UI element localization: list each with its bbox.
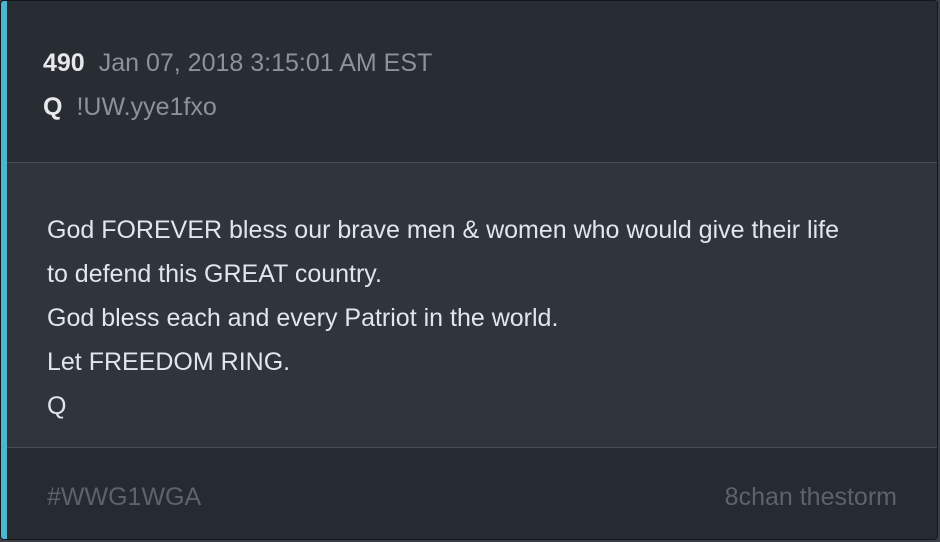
- post-message: God FOREVER bless our brave men & women …: [47, 208, 907, 428]
- message-line: to defend this GREAT country.: [47, 260, 382, 288]
- message-signature: Q: [47, 392, 67, 420]
- post-number: 490: [43, 49, 85, 77]
- post-body: God FOREVER bless our brave men & women …: [7, 163, 937, 448]
- message-line: God bless each and every Patriot in the …: [47, 304, 559, 332]
- hashtag-label: #WWG1WGA: [47, 483, 202, 511]
- author-tripcode: !UW.yye1fxo: [76, 93, 217, 121]
- post-footer: #WWG1WGA 8chan thestorm: [7, 448, 937, 539]
- message-line: God FOREVER bless our brave men & women …: [47, 216, 840, 244]
- author-line: Q !UW.yye1fxo: [43, 92, 217, 122]
- post-meta-line: 490 Jan 07, 2018 3:15:01 AM EST: [43, 48, 432, 78]
- post-card: 490 Jan 07, 2018 3:15:01 AM EST Q !UW.yye1…: [0, 0, 938, 540]
- author-name: Q: [43, 93, 63, 121]
- message-line: Let FREEDOM RING.: [47, 348, 291, 376]
- source-label: 8chan thestorm: [724, 483, 897, 511]
- post-timestamp: Jan 07, 2018 3:15:01 AM EST: [98, 49, 433, 77]
- post-header: 490 Jan 07, 2018 3:15:01 AM EST Q !UW.yye1…: [7, 1, 937, 163]
